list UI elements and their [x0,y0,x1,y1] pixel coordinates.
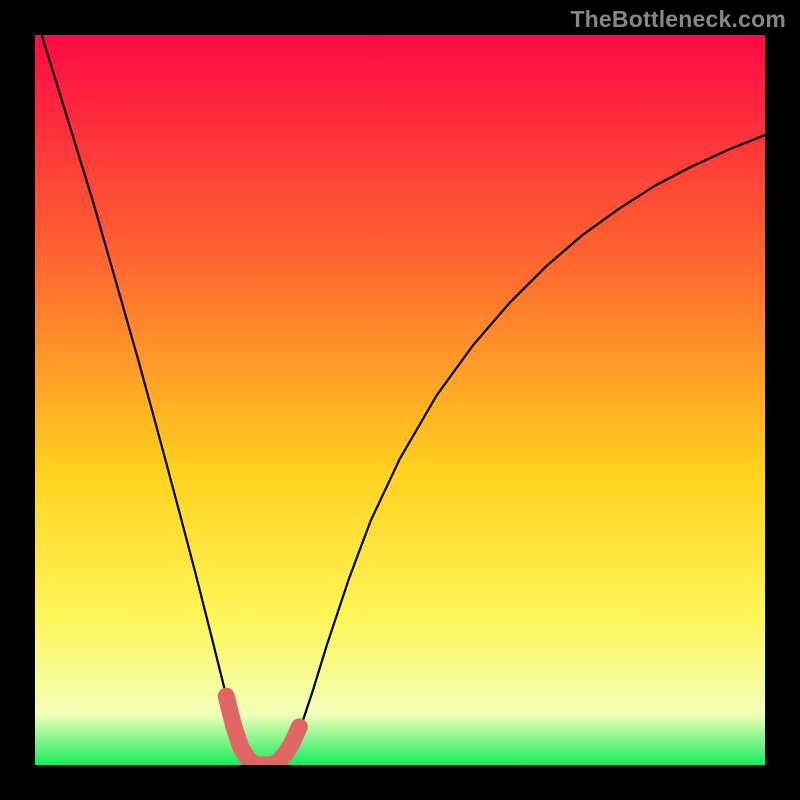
gradient-background [35,35,765,765]
plot-area [35,35,765,765]
watermark-text: TheBottleneck.com [570,6,786,33]
valley-marker [291,719,308,736]
bottleneck-curve-chart [35,35,765,765]
valley-marker [218,688,235,705]
valley-marker [283,735,300,752]
chart-frame: TheBottleneck.com [0,0,800,800]
valley-marker [225,717,242,734]
